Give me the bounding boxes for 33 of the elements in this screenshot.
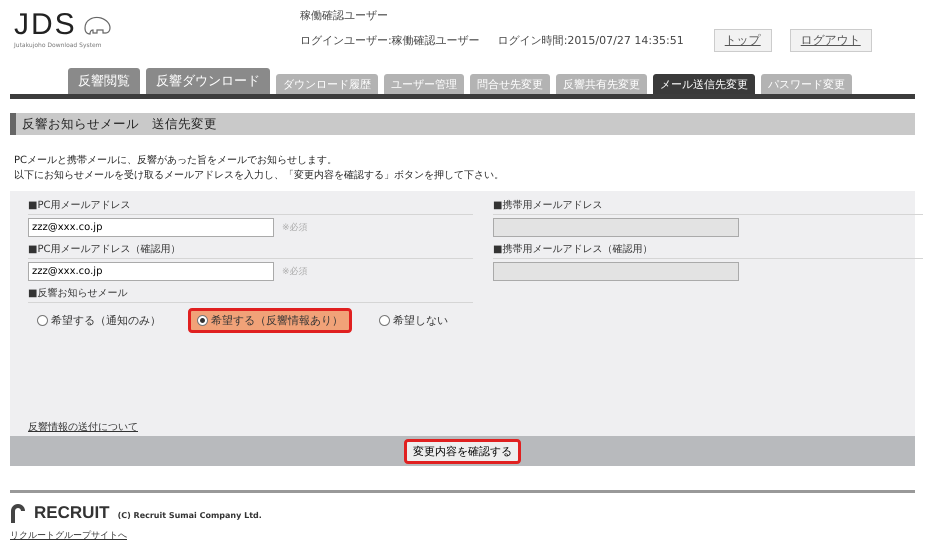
login-user: ログインユーザー:稼働確認ユーザー xyxy=(300,33,480,48)
nav-tab[interactable]: 反響ダウンロード xyxy=(146,68,270,94)
info-link[interactable]: 反響情報の送付について xyxy=(28,420,138,434)
radio-icon[interactable] xyxy=(379,315,390,326)
group-site-link[interactable]: リクルートグループサイトへ xyxy=(10,529,127,542)
description-text: 以下にお知らせメールを受け取るメールアドレスを入力し、「変更内容を確認する」ボタンを押して下さい。 xyxy=(14,168,505,183)
field-label: ■反響お知らせメール xyxy=(28,283,473,303)
required-note: ※必須 xyxy=(282,266,308,278)
arch-icon xyxy=(10,503,26,523)
logo-text: JDS xyxy=(14,8,77,42)
top-button[interactable]: トップ xyxy=(714,29,772,52)
radio-icon[interactable] xyxy=(37,315,48,326)
field-label: ■携帯用メールアドレス（確認用） xyxy=(493,239,923,259)
nav-tab[interactable]: メール送信先変更 xyxy=(653,74,755,94)
radio-option[interactable]: 希望しない xyxy=(370,308,457,333)
description-text: PCメールと携帯メールに、反響があった旨をメールでお知らせします。 xyxy=(14,154,338,168)
user-name: 稼働確認ユーザー xyxy=(300,8,389,23)
confirm-button[interactable]: 変更内容を確認する xyxy=(404,438,521,464)
radio-option[interactable]: 希望する（通知のみ） xyxy=(28,308,170,333)
field-label: ■PC用メールアドレス xyxy=(28,195,473,215)
required-note: ※必須 xyxy=(282,222,308,234)
radio-icon[interactable] xyxy=(197,315,208,326)
radio-option[interactable]: 希望する（反響情報あり） xyxy=(188,308,352,333)
email-field[interactable]: zzz@xxx.co.jp xyxy=(28,218,274,236)
logout-button[interactable]: ログアウト xyxy=(790,29,872,52)
nav-tab[interactable]: 反響閲覧 xyxy=(68,68,140,94)
field-label: ■PC用メールアドレス（確認用） xyxy=(28,239,473,259)
copyright-text: (C) Recruit Sumai Company Ltd. xyxy=(118,511,262,520)
section-title: 反響お知らせメール 送信先変更 xyxy=(10,113,915,135)
brand-name: RECRUIT xyxy=(34,503,110,523)
field-label: ■携帯用メールアドレス xyxy=(493,195,923,215)
email-field[interactable]: zzz@xxx.co.jp xyxy=(28,262,274,280)
login-time: ログイン時間:2015/07/27 14:35:51 xyxy=(498,33,684,48)
